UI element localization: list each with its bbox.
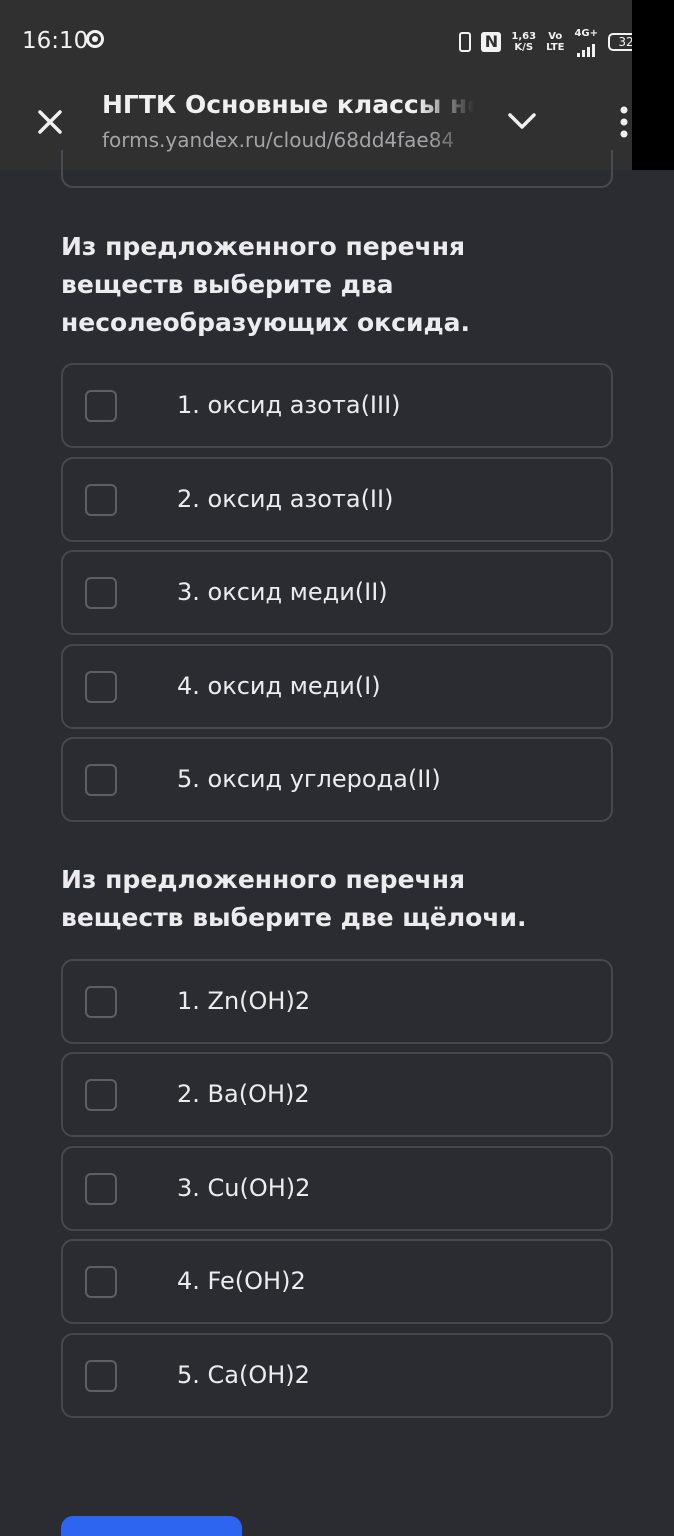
submit-button[interactable] [61, 1516, 242, 1536]
volte-bottom: LTE [546, 42, 565, 53]
question-2-title: Из предложенного перечня веществ выберит… [61, 865, 527, 932]
previous-question-card [61, 150, 613, 188]
question-1-title: Из предложенного перечня веществ выберит… [61, 232, 471, 337]
expand-button[interactable] [504, 106, 540, 136]
status-icons: N 1,63 K/S Vo LTE 4G+ 32 [459, 28, 647, 57]
status-bar: 16:10 N 1,63 K/S Vo LTE 4G+ 32 [0, 0, 674, 84]
question-1-option-2[interactable]: 2. оксид азота(II) [61, 457, 613, 542]
option-label: 2. оксид азота(II) [177, 485, 394, 513]
status-time: 16:10 [22, 28, 89, 54]
option-label: 2. Ba(OH)2 [177, 1080, 310, 1108]
nfc-icon: N [481, 32, 502, 52]
checkbox[interactable] [85, 671, 117, 703]
option-label: 5. оксид углерода(II) [177, 765, 441, 793]
question-1-option-1[interactable]: 1. оксид азота(III) [61, 363, 613, 448]
checkbox[interactable] [85, 764, 117, 796]
chevron-down-icon [508, 113, 536, 129]
question-2-option-3[interactable]: 3. Cu(OH)2 [61, 1146, 613, 1231]
form-page: 16:10 N 1,63 K/S Vo LTE 4G+ 32 НГТК Осно… [0, 0, 674, 1536]
checkbox[interactable] [85, 1266, 117, 1298]
network-speed: 1,63 K/S [511, 31, 536, 53]
option-label: 3. оксид меди(II) [177, 578, 388, 606]
checkbox[interactable] [85, 577, 117, 609]
checkbox[interactable] [85, 390, 117, 422]
signal-icon [577, 39, 596, 57]
option-label: 1. Zn(OH)2 [177, 987, 311, 1015]
page-title: НГТК Основные классы неорганических веще… [102, 90, 474, 119]
checkbox[interactable] [85, 1360, 117, 1392]
question-1-option-5[interactable]: 5. оксид углерода(II) [61, 737, 613, 822]
network-speed-value: 1,63 [511, 31, 537, 42]
page-url[interactable]: forms.yandex.ru/cloud/68dd4fae84 [102, 128, 474, 152]
close-button[interactable] [30, 102, 70, 142]
checkbox[interactable] [85, 1079, 117, 1111]
network-speed-unit: K/S [514, 42, 534, 53]
question-1-option-4[interactable]: 4. оксид меди(I) [61, 644, 613, 729]
question-2-option-5[interactable]: 5. Ca(OH)2 [61, 1333, 613, 1418]
question-2-option-1[interactable]: 1. Zn(OH)2 [61, 959, 613, 1044]
more-menu-button[interactable] [612, 102, 636, 142]
vibrate-icon [459, 32, 472, 52]
checkbox[interactable] [85, 484, 117, 516]
option-label: 4. Fe(OH)2 [177, 1267, 306, 1295]
close-icon [38, 110, 62, 134]
option-label: 4. оксид меди(I) [177, 672, 381, 700]
toolbar-edge [620, 0, 674, 170]
network-type: 4G+ [574, 28, 598, 57]
option-label: 3. Cu(OH)2 [177, 1174, 311, 1202]
volte-indicator: Vo LTE [546, 31, 564, 53]
checkbox[interactable] [85, 1173, 117, 1205]
volte-top: Vo [548, 31, 563, 42]
question-2-option-2[interactable]: 2. Ba(OH)2 [61, 1052, 613, 1137]
question-2-option-4[interactable]: 4. Fe(OH)2 [61, 1239, 613, 1324]
more-vertical-icon [620, 106, 628, 138]
network-type-label: 4G+ [574, 27, 598, 39]
question-1-option-3[interactable]: 3. оксид меди(II) [61, 550, 613, 635]
sync-ring-icon [86, 30, 104, 48]
checkbox[interactable] [85, 986, 117, 1018]
option-label: 1. оксид азота(III) [177, 391, 401, 419]
option-label: 5. Ca(OH)2 [177, 1361, 310, 1389]
